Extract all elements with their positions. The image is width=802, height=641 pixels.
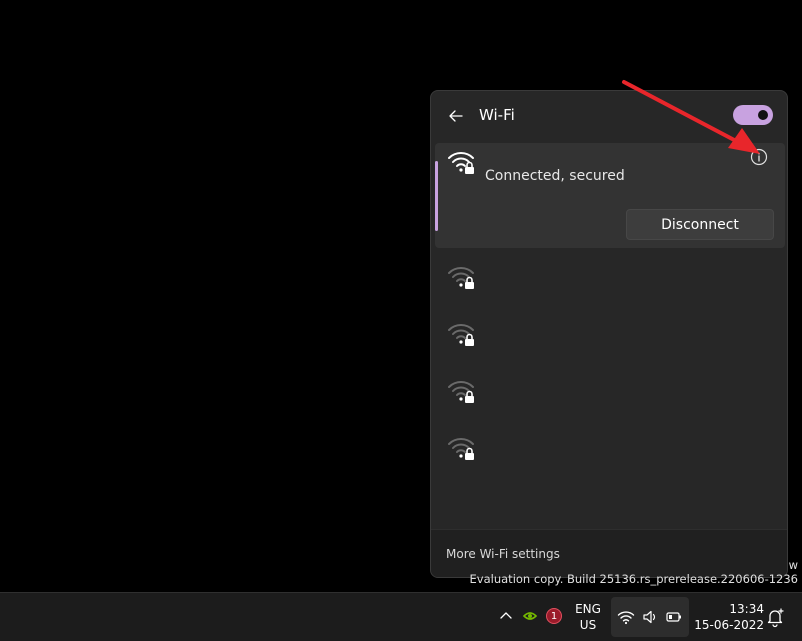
region-code: US (572, 617, 604, 633)
more-wifi-settings-link[interactable]: More Wi-Fi settings (446, 547, 560, 561)
clock-date: 15-06-2022 (694, 617, 764, 633)
network-item[interactable] (435, 425, 785, 477)
watermark-line-1: w (789, 558, 798, 572)
toggle-knob (758, 110, 768, 120)
wifi-secured-weak-icon (447, 264, 477, 292)
network-item[interactable] (435, 254, 785, 306)
panel-title: Wi-Fi (479, 106, 515, 124)
language-indicator[interactable]: ENG US (572, 601, 604, 633)
notification-badge-app[interactable]: 1 (544, 606, 564, 626)
wifi-secured-weak-icon (447, 321, 477, 349)
clock[interactable]: 13:34 15-06-2022 (694, 601, 764, 633)
connected-network-item[interactable]: Connected, secured Disconnect (435, 143, 785, 248)
quick-settings-button[interactable] (611, 597, 689, 637)
wifi-secured-weak-icon (447, 378, 477, 406)
speaker-icon (641, 608, 659, 626)
battery-icon (665, 608, 683, 626)
notification-badge-icon: 1 (546, 608, 562, 624)
language-code: ENG (572, 601, 604, 617)
info-icon[interactable] (749, 147, 769, 167)
notification-bell-icon[interactable] (764, 606, 786, 628)
taskbar: 1 ENG US 13:34 15-06-20 (0, 592, 802, 641)
connection-status: Connected, secured (485, 168, 625, 184)
back-arrow-icon (448, 108, 464, 124)
wifi-flyout-panel: Wi-Fi Connected, secured (430, 90, 788, 578)
nvidia-icon (522, 609, 538, 623)
watermark-line-2: Evaluation copy. Build 25136.rs_prerelea… (470, 572, 798, 586)
nvidia-tray-button[interactable] (520, 606, 540, 626)
wifi-icon (617, 608, 635, 626)
back-button[interactable] (443, 103, 469, 129)
chevron-up-icon (499, 609, 513, 623)
selected-indicator (435, 161, 438, 231)
wifi-panel-header: Wi-Fi (431, 91, 787, 141)
disconnect-button[interactable]: Disconnect (626, 209, 774, 240)
desktop-background: Wi-Fi Connected, secured (0, 0, 802, 640)
network-item[interactable] (435, 368, 785, 420)
wifi-toggle[interactable] (733, 105, 773, 125)
panel-footer: More Wi-Fi settings (431, 529, 787, 578)
wifi-secured-weak-icon (447, 435, 477, 463)
wifi-secured-icon (447, 149, 477, 177)
show-hidden-icons-button[interactable] (496, 606, 516, 626)
clock-time: 13:34 (694, 601, 764, 617)
network-item[interactable] (435, 311, 785, 363)
